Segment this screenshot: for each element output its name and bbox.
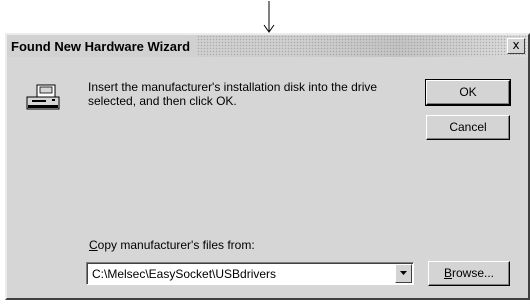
down-arrow-pointer-icon <box>263 1 275 33</box>
dropdown-button[interactable] <box>395 264 412 283</box>
cancel-button[interactable]: Cancel <box>426 115 510 140</box>
browse-button[interactable]: Browse... <box>428 261 510 286</box>
instruction-message: Insert the manufacturer's installation d… <box>88 80 378 108</box>
copy-files-label: Copy manufacturer's files from: <box>89 238 255 252</box>
title-bar[interactable]: Found New Hardware Wizard x <box>7 35 528 57</box>
path-value[interactable]: C:\Melsec\EasySocket\USBdrivers <box>92 267 276 281</box>
chevron-down-icon <box>400 271 407 275</box>
wizard-window: Found New Hardware Wizard x Insert the m… <box>5 33 530 300</box>
window-title: Found New Hardware Wizard <box>11 39 191 54</box>
insert-disk-icon <box>26 84 60 110</box>
path-combobox[interactable]: C:\Melsec\EasySocket\USBdrivers <box>86 262 414 285</box>
close-button[interactable]: x <box>507 38 525 54</box>
close-icon: x <box>512 38 520 52</box>
ok-button[interactable]: OK <box>425 79 511 106</box>
